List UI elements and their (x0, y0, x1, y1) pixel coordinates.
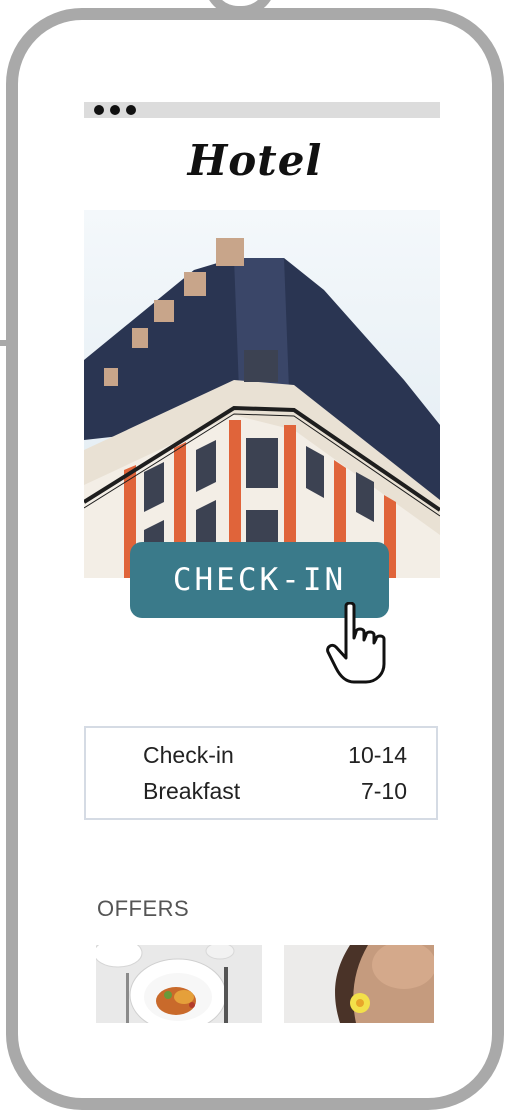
info-row-checkin: Check-in 10-14 (143, 742, 407, 772)
restaurant-plate-image (96, 945, 262, 1023)
info-label: Check-in (143, 742, 234, 768)
app-title: Hotel (187, 136, 323, 185)
hours-info-box: Check-in 10-14 Breakfast 7-10 (84, 726, 438, 820)
offer-card-spa[interactable] (284, 945, 434, 1023)
offers-heading: OFFERS (97, 896, 190, 921)
info-row-breakfast: Breakfast 7-10 (143, 778, 407, 808)
info-value: 7-10 (360, 778, 407, 804)
info-label: Breakfast (143, 778, 241, 804)
offer-card-restaurant[interactable] (96, 945, 262, 1023)
info-value: 10-14 (348, 742, 407, 768)
pointer-hand-icon (326, 602, 386, 684)
hotel-photo (84, 210, 440, 578)
dot-icon (94, 105, 104, 115)
phone-frame: Hotel CHECK-IN Check-in 10-14 Breakfast … (6, 8, 504, 1110)
dot-icon (126, 105, 136, 115)
dot-icon (110, 105, 120, 115)
status-bar (84, 102, 440, 118)
hotel-building-image (84, 210, 440, 578)
spa-woman-flower-image (284, 945, 434, 1023)
